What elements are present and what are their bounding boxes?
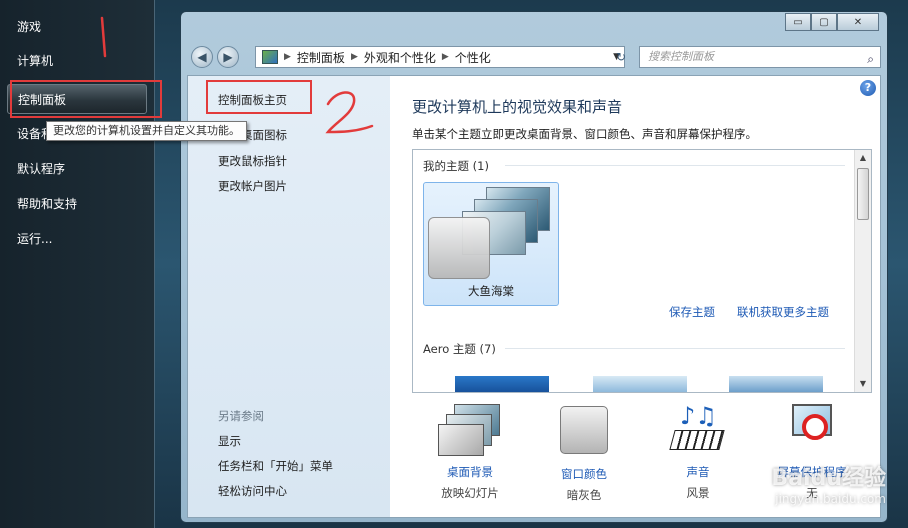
breadcrumb-appearance[interactable]: 外观和个性化 — [364, 49, 436, 66]
search-icon[interactable]: ⌕ — [867, 49, 874, 69]
search-input[interactable]: 搜索控制面板 ⌕ — [639, 46, 881, 68]
sound-label[interactable]: 声音 — [643, 464, 753, 480]
annotation-number-2 — [325, 91, 374, 134]
back-button[interactable]: ◀ — [191, 46, 213, 68]
sound-icon: ♪♫ — [666, 404, 730, 458]
watermark-url: jingyan.baidu.com — [775, 492, 886, 506]
link-display[interactable]: 显示 — [218, 433, 241, 449]
save-theme-link[interactable]: 保存主题 — [669, 304, 715, 320]
window-color-icon — [552, 406, 616, 460]
start-item-default-programs[interactable]: 默认程序 — [7, 154, 147, 184]
theme-list: 我的主题 (1) 大鱼海棠 保存主题 联机获取更多主题 Aero 主题 (7) … — [412, 149, 872, 393]
window-color-label[interactable]: 窗口颜色 — [529, 466, 639, 482]
screensaver-icon — [780, 404, 844, 458]
aero-theme-thumb[interactable] — [593, 376, 687, 392]
forward-arrow-icon: ▶ — [223, 50, 233, 64]
see-also-heading: 另请参阅 — [218, 409, 264, 423]
theme-name: 大鱼海棠 — [468, 284, 514, 298]
start-item-help-support[interactable]: 帮助和支持 — [7, 189, 147, 219]
my-themes-header: 我的主题 (1) — [423, 159, 489, 173]
minimize-button[interactable]: ▭ — [785, 13, 811, 31]
theme-tile-selected[interactable]: 大鱼海棠 — [423, 182, 559, 306]
help-icon[interactable]: ? — [860, 80, 876, 96]
forward-button[interactable]: ▶ — [217, 46, 239, 68]
window-color-value: 暗灰色 — [566, 488, 602, 502]
theme-list-scrollbar[interactable]: ▲ ▼ — [854, 150, 871, 392]
sound-value: 风景 — [686, 486, 710, 500]
watermark-brand: Baidu经验 — [771, 466, 886, 491]
link-change-mouse-pointers[interactable]: 更改鼠标指针 — [218, 153, 287, 169]
desktop-background-item[interactable]: 桌面背景 放映幻灯片 — [415, 404, 525, 501]
annotation-box-control-panel-home — [206, 80, 312, 114]
aero-themes-header: Aero 主题 (7) — [423, 342, 496, 356]
content-area: 控制面板主页 更改桌面图标 更改鼠标指针 更改帐户图片 另请参阅 显示 任务栏和… — [187, 75, 881, 518]
get-more-themes-link[interactable]: 联机获取更多主题 — [737, 304, 829, 320]
baidu-watermark: Baidu经验 jingyan.baidu.com — [771, 460, 886, 506]
breadcrumb-separator-icon: ▶ — [350, 52, 358, 62]
breadcrumb-separator-icon: ▶ — [441, 52, 449, 62]
search-placeholder: 搜索控制面板 — [648, 50, 714, 63]
breadcrumb-separator-icon: ▶ — [284, 52, 291, 62]
scroll-up-icon[interactable]: ▲ — [855, 150, 871, 166]
back-arrow-icon: ◀ — [197, 50, 207, 64]
caption-buttons: ▭ ▢ ✕ — [785, 13, 879, 31]
sound-item[interactable]: ♪♫ 声音 风景 — [643, 404, 753, 501]
breadcrumb-control-panel[interactable]: 控制面板 — [297, 49, 345, 66]
start-item-run[interactable]: 运行... — [7, 224, 147, 254]
maximize-button[interactable]: ▢ — [811, 13, 837, 31]
breadcrumb-personalization[interactable]: 个性化 — [455, 49, 491, 66]
start-item-computer[interactable]: 计算机 — [7, 46, 147, 76]
page-subtitle: 单击某个主题立即更改桌面背景、窗口颜色、声音和屏幕保护程序。 — [412, 127, 757, 141]
desktop-background-icon — [438, 404, 502, 458]
annotation-number-1 — [100, 16, 107, 58]
scroll-down-icon[interactable]: ▼ — [855, 376, 871, 392]
scroll-thumb[interactable] — [857, 168, 869, 220]
address-bar[interactable]: ▶ 控制面板 ▶ 外观和个性化 ▶ 个性化 ▼ — [255, 46, 625, 68]
link-ease-of-access[interactable]: 轻松访问中心 — [218, 483, 287, 499]
refresh-button[interactable]: ↻ — [609, 46, 633, 68]
left-task-pane: 控制面板主页 更改桌面图标 更改鼠标指针 更改帐户图片 另请参阅 显示 任务栏和… — [188, 76, 390, 517]
control-panel-tooltip: 更改您的计算机设置并自定义其功能。 — [46, 121, 247, 141]
window-color-item[interactable]: 窗口颜色 暗灰色 — [529, 404, 639, 503]
desktop-background-value: 放映幻灯片 — [441, 486, 499, 500]
annotation-box-control-panel — [10, 80, 162, 118]
control-panel-icon — [262, 50, 278, 64]
close-button[interactable]: ✕ — [837, 13, 879, 31]
aero-theme-thumb[interactable] — [729, 376, 823, 392]
aero-theme-thumb[interactable] — [455, 376, 549, 392]
start-item-games[interactable]: 游戏 — [7, 12, 147, 42]
link-change-account-picture[interactable]: 更改帐户图片 — [218, 178, 287, 194]
divider — [505, 348, 845, 349]
navigation-bar: ◀ ▶ ▶ 控制面板 ▶ 外观和个性化 ▶ 个性化 ▼ ↻ 搜索控制面板 ⌕ — [189, 44, 881, 72]
refresh-icon: ↻ — [615, 50, 627, 64]
theme-glass-color — [428, 217, 490, 279]
page-title: 更改计算机上的视觉效果和声音 — [412, 98, 623, 116]
desktop-background-label[interactable]: 桌面背景 — [415, 464, 525, 480]
divider — [505, 165, 845, 166]
link-taskbar-start-menu[interactable]: 任务栏和「开始」菜单 — [218, 458, 333, 474]
